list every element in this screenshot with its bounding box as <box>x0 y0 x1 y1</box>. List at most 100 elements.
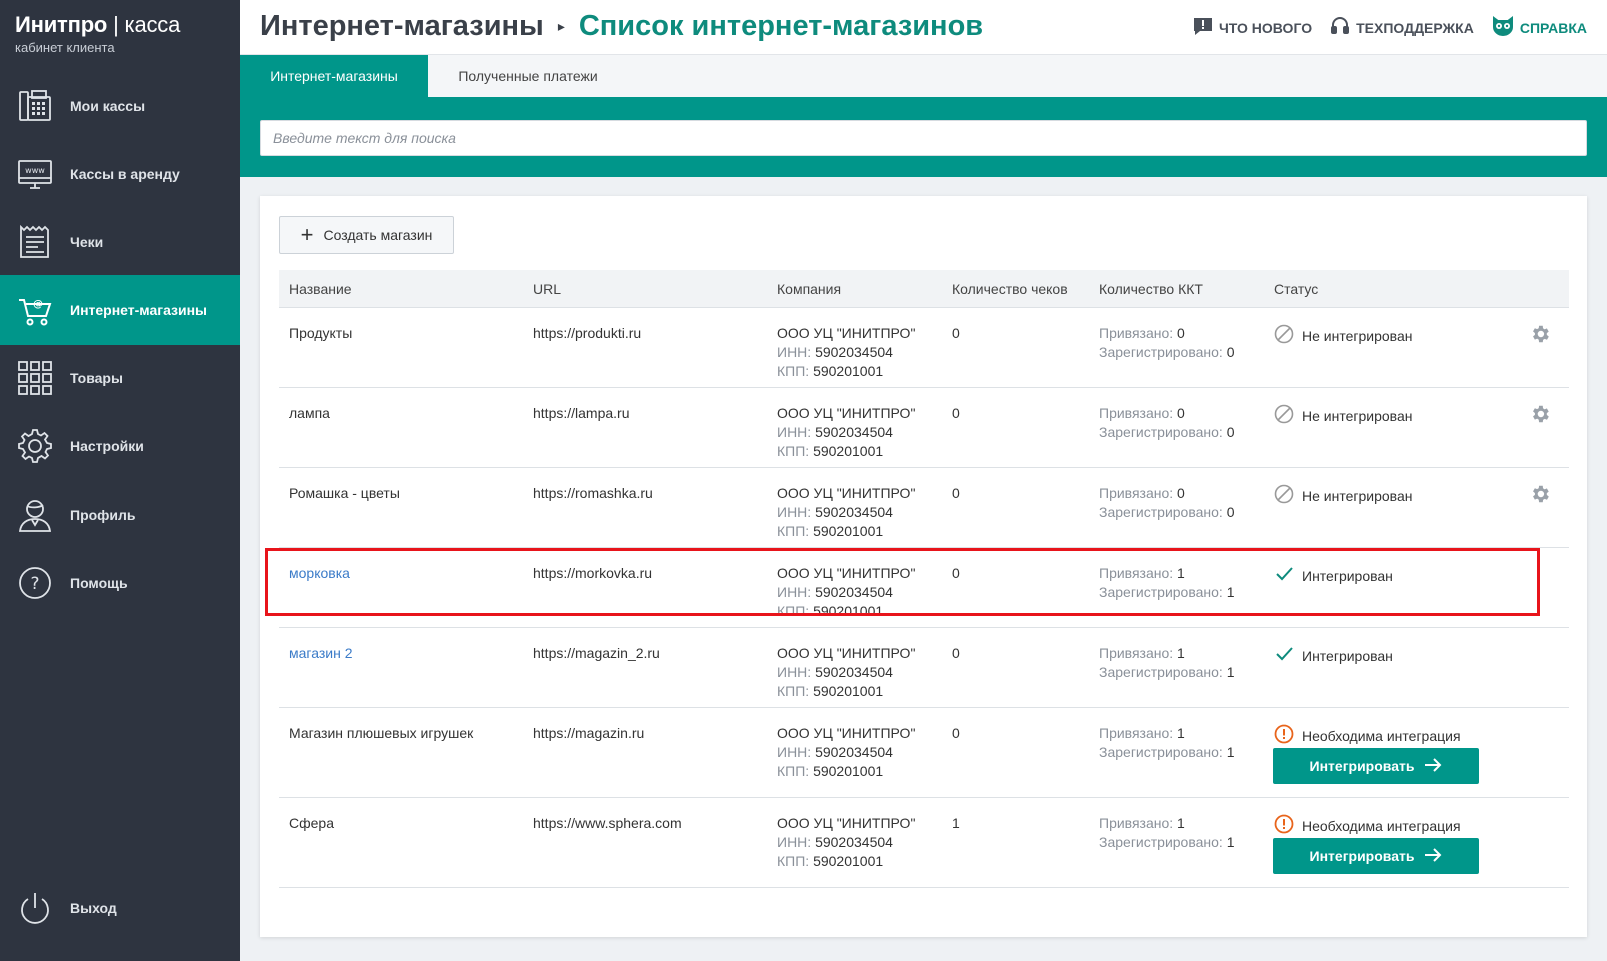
shop-name-cell: Ромашка - цветы <box>289 484 400 503</box>
company-cell: ООО УЦ "ИНИТПРО" ИНН: 5902034504 КПП: 5902… <box>777 644 915 701</box>
shop-name[interactable]: морковка <box>289 565 350 581</box>
company-cell: ООО УЦ "ИНИТПРО" ИНН: 5902034504 КПП: 5902… <box>777 814 915 871</box>
status-text: Необходима интеграция <box>1302 728 1461 744</box>
shop-name[interactable]: Сфера <box>289 815 334 831</box>
tab-online-shops[interactable]: Интернет-магазины <box>240 55 428 97</box>
shop-name[interactable]: Магазин плюшевых игрушек <box>289 725 473 741</box>
shop-name[interactable]: лампа <box>289 405 330 421</box>
sidebar-item-help[interactable]: ? Помощь <box>0 548 240 618</box>
forbidden-icon <box>1274 324 1294 349</box>
logout-button[interactable]: Выход <box>0 873 240 943</box>
inn-value: 5902034504 <box>815 744 893 760</box>
brand-title-bold: Инитпро <box>15 12 108 37</box>
registered-label: Зарегистрировано: <box>1099 664 1223 680</box>
support-link[interactable]: Техподдержка <box>1330 16 1474 39</box>
whats-new-link[interactable]: Что нового <box>1193 16 1312 39</box>
settings-gear-icon[interactable] <box>1529 403 1551 425</box>
create-shop-button[interactable]: + Создать магазин <box>279 216 454 254</box>
bound-value: 1 <box>1177 815 1185 831</box>
col-company[interactable]: Компания <box>777 281 841 297</box>
col-status[interactable]: Статус <box>1274 281 1318 297</box>
search-input[interactable] <box>260 120 1587 156</box>
sidebar-item-label: Чеки <box>70 234 104 250</box>
bound-value: 0 <box>1177 405 1185 421</box>
bound-value: 1 <box>1177 725 1185 741</box>
warning-icon <box>1274 814 1294 839</box>
breadcrumb-parent[interactable]: Интернет-магазины <box>260 10 544 43</box>
sidebar-item-label: Товары <box>70 370 123 386</box>
registered-value: 0 <box>1226 424 1235 440</box>
col-url[interactable]: URL <box>533 281 561 297</box>
sidebar-item-rental[interactable]: www Кассы в аренду <box>0 139 240 209</box>
tab-received-payments[interactable]: Полученные платежи <box>428 55 628 97</box>
inn-label: ИНН: <box>777 424 812 440</box>
table-row: морковка https://morkovka.ru ООО УЦ "ИНИТП… <box>279 548 1569 628</box>
kpp-value: 590201001 <box>813 683 884 699</box>
help-link[interactable]: Справка <box>1492 16 1587 39</box>
shop-url: https://produkti.ru <box>533 325 642 341</box>
kpp-value: 590201001 <box>813 853 884 869</box>
sidebar-item-receipts[interactable]: Чеки <box>0 207 240 277</box>
shop-name[interactable]: магазин 2 <box>289 645 353 661</box>
support-label: Техподдержка <box>1356 19 1474 36</box>
shop-url: https://lampa.ru <box>533 405 630 421</box>
shop-name-cell: Магазин плюшевых игрушек <box>289 724 473 743</box>
shops-card: + Создать магазин Название URL Компания … <box>260 196 1587 937</box>
sidebar-item-my-cash-registers[interactable]: Мои кассы <box>0 71 240 141</box>
inn-label: ИНН: <box>777 504 812 520</box>
shop-url: https://magazin.ru <box>533 725 645 741</box>
settings-gear-icon[interactable] <box>1529 483 1551 505</box>
integrate-button[interactable]: Интегрировать <box>1273 748 1479 784</box>
registered-label: Зарегистрировано: <box>1099 504 1223 520</box>
integrate-button[interactable]: Интегрировать <box>1273 838 1479 874</box>
col-kkt[interactable]: Количество ККТ <box>1099 281 1203 297</box>
registered-value: 0 <box>1226 344 1235 360</box>
inn-value: 5902034504 <box>815 504 893 520</box>
kpp-label: КПП: <box>777 443 810 459</box>
status-text: Интегрирован <box>1302 648 1393 664</box>
sidebar-item-products[interactable]: Товары <box>0 343 240 413</box>
col-checks[interactable]: Количество чеков <box>952 281 1068 297</box>
checks-count-cell: 1 <box>952 814 960 833</box>
kpp-value: 590201001 <box>813 363 884 379</box>
table-row: магазин 2 https://magazin_2.ru ООО УЦ "ИНИ… <box>279 628 1569 708</box>
kpp-label: КПП: <box>777 523 810 539</box>
kpp-value: 590201001 <box>813 443 884 459</box>
checks-count-cell: 0 <box>952 564 960 583</box>
kpp-label: КПП: <box>777 363 810 379</box>
checks-count: 0 <box>952 725 960 741</box>
checks-count: 0 <box>952 565 960 581</box>
bound-label: Привязано: <box>1099 565 1174 581</box>
brand-logo[interactable]: Инитпро | касса кабинет клиента <box>15 12 180 55</box>
shop-url: https://www.sphera.com <box>533 815 682 831</box>
col-name[interactable]: Название <box>289 281 352 297</box>
help-label: Справка <box>1519 19 1587 36</box>
bound-value: 0 <box>1177 325 1185 341</box>
shop-name-cell: лампа <box>289 404 330 423</box>
shop-url-cell: https://magazin.ru <box>533 724 644 743</box>
checks-count-cell: 0 <box>952 484 960 503</box>
kpp-label: КПП: <box>777 683 810 699</box>
owl-icon <box>1492 16 1514 39</box>
registered-value: 0 <box>1226 504 1235 520</box>
kpp-label: КПП: <box>777 603 810 619</box>
inn-value: 5902034504 <box>815 584 893 600</box>
plus-icon: + <box>300 222 314 247</box>
settings-gear-icon[interactable] <box>1529 323 1551 345</box>
status-cell: Интегрирован <box>1274 564 1393 589</box>
shop-name[interactable]: Продукты <box>289 325 352 341</box>
sidebar-item-settings[interactable]: Настройки <box>0 411 240 481</box>
kpp-value: 590201001 <box>813 523 884 539</box>
sidebar-item-online-shops[interactable]: @ Интернет-магазины <box>0 275 240 345</box>
company-name: ООО УЦ "ИНИТПРО" <box>777 645 916 661</box>
kkt-count-cell: Привязано: 0 Зарегистрировано: 0 <box>1099 404 1235 442</box>
grid-icon <box>16 359 54 397</box>
status-text: Не интегрирован <box>1302 408 1413 424</box>
gear-icon <box>16 427 54 465</box>
company-name: ООО УЦ "ИНИТПРО" <box>777 565 916 581</box>
sidebar-item-profile[interactable]: Профиль <box>0 480 240 550</box>
headset-icon <box>1330 16 1350 39</box>
shop-name[interactable]: Ромашка - цветы <box>289 485 400 501</box>
svg-text:www: www <box>25 166 45 175</box>
registered-label: Зарегистрировано: <box>1099 424 1223 440</box>
